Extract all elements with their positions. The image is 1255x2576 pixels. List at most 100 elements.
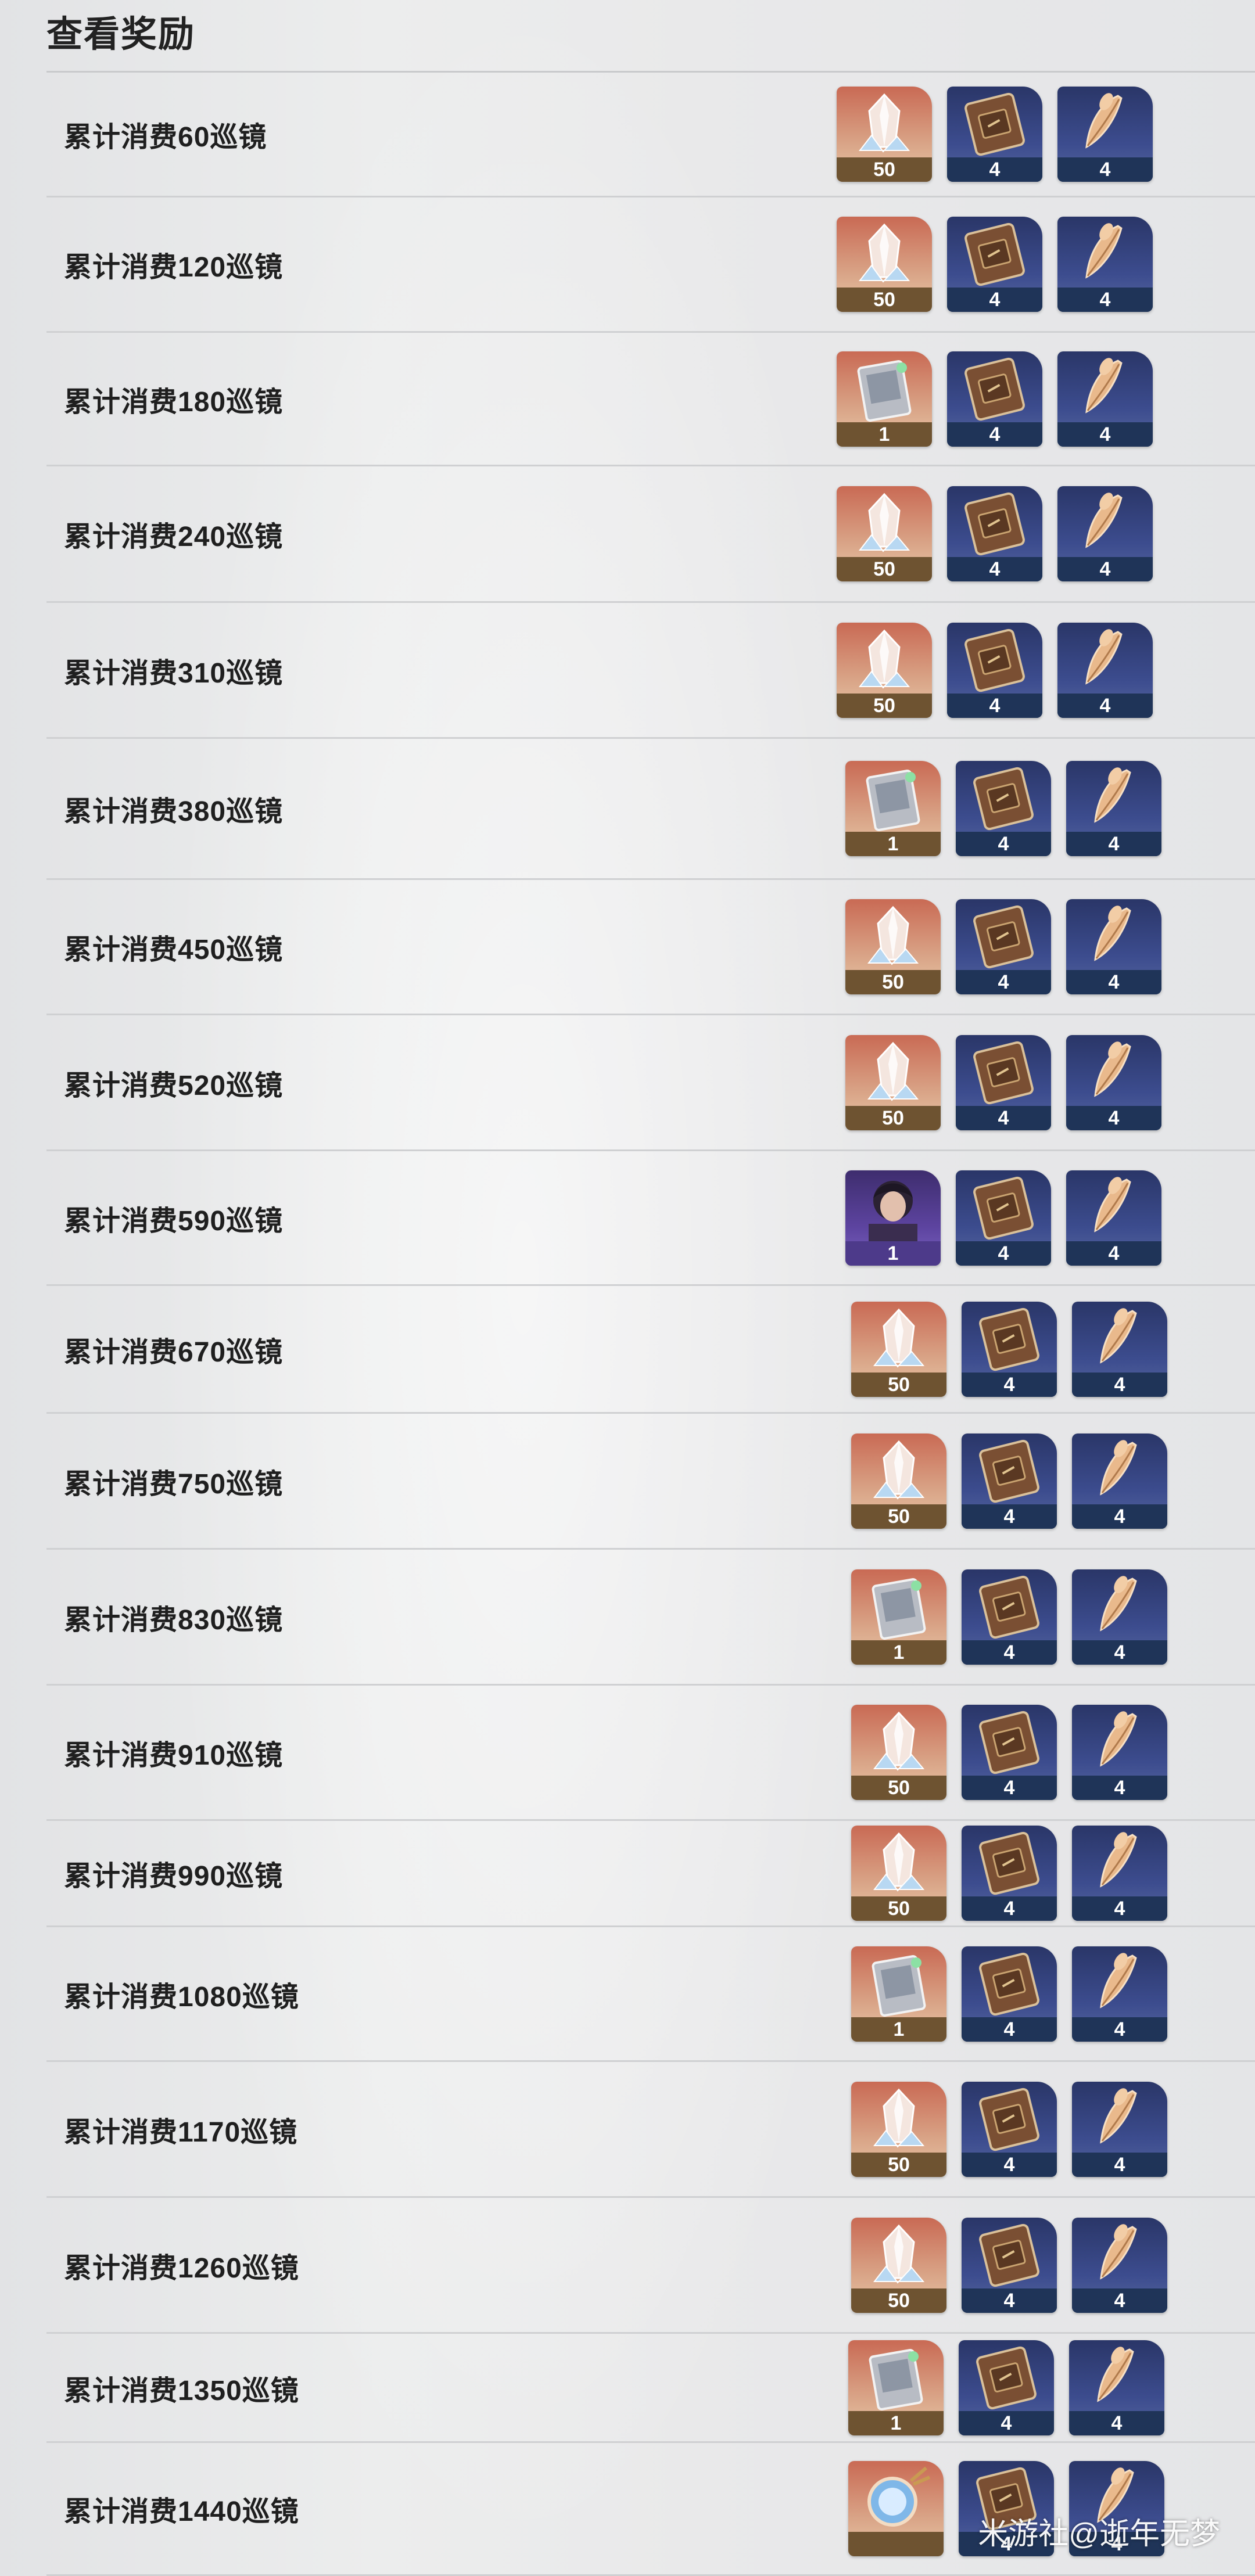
reward-item-tile[interactable]: 4 xyxy=(959,2340,1054,2435)
reward-item-tile[interactable]: 50 xyxy=(851,1826,946,1921)
reward-row: 累计消费1260巡镜 50 4 4 xyxy=(46,2198,1255,2334)
reward-item-tile[interactable]: 50 xyxy=(851,1301,946,1397)
item-count xyxy=(848,2532,944,2556)
reward-item-tile[interactable]: 1 xyxy=(848,2340,944,2435)
reward-item-tile[interactable]: 4 xyxy=(1066,761,1161,856)
reward-item-tile[interactable]: 1 xyxy=(851,1946,946,2042)
reward-item-tile[interactable]: 4 xyxy=(947,486,1042,581)
reward-item-tile[interactable]: 4 xyxy=(1057,622,1153,718)
reward-item-tile[interactable]: 50 xyxy=(837,622,932,718)
reward-item-tile[interactable]: 4 xyxy=(1072,1946,1167,2042)
reward-item-tile[interactable]: 50 xyxy=(837,87,932,182)
reward-threshold-label: 累计消费670巡镜 xyxy=(64,1336,284,1368)
reward-item-tile[interactable]: 50 xyxy=(851,2081,946,2177)
reward-item-tile[interactable]: 50 xyxy=(851,2217,946,2313)
item-count: 4 xyxy=(962,2288,1057,2313)
reward-item-tile[interactable]: 4 xyxy=(956,761,1051,856)
item-count: 1 xyxy=(851,1640,946,1665)
item-count: 4 xyxy=(947,693,1042,718)
item-count: 4 xyxy=(959,2410,1054,2435)
reward-item-tile[interactable]: 4 xyxy=(947,87,1042,182)
reward-threshold-label: 累计消费990巡镜 xyxy=(64,1861,284,1892)
reward-threshold-label: 累计消费1260巡镜 xyxy=(64,2252,299,2284)
feather-icon xyxy=(1100,1952,1137,2009)
reward-item-tile[interactable]: 4 xyxy=(947,217,1042,312)
character-portrait-icon xyxy=(869,1180,917,1242)
reward-item-tile[interactable]: 4 xyxy=(947,351,1042,447)
item-count: 1 xyxy=(851,2017,946,2042)
reward-item-tile[interactable]: 4 xyxy=(962,1301,1057,1397)
reward-item-tile[interactable]: 4 xyxy=(956,899,1051,994)
reward-item-tile[interactable]: 4 xyxy=(1072,2217,1167,2313)
feather-icon xyxy=(1094,767,1131,823)
reward-items: 50 4 4 xyxy=(851,2217,1167,2313)
reward-item-tile[interactable]: 4 xyxy=(962,1826,1057,1921)
reward-item-tile[interactable]: 50 xyxy=(837,217,932,312)
reward-threshold-label: 累计消费1080巡镜 xyxy=(64,1981,299,2013)
item-count: 4 xyxy=(1057,557,1153,581)
reward-row: 累计消费120巡镜 50 4 4 xyxy=(46,197,1255,333)
reward-item-tile[interactable]: 4 xyxy=(1066,899,1161,994)
reward-item-tile[interactable]: 4 xyxy=(956,1170,1051,1266)
reward-item-tile[interactable]: 4 xyxy=(1072,1433,1167,1529)
reward-threshold-label: 累计消费120巡镜 xyxy=(64,252,284,283)
feather-icon xyxy=(1100,1832,1137,1888)
reward-item-tile[interactable]: 50 xyxy=(837,486,932,581)
reward-item-tile[interactable]: 4 xyxy=(1066,1170,1161,1266)
ticket-icon xyxy=(872,1578,926,1640)
reward-item-tile[interactable]: 4 xyxy=(962,2217,1057,2313)
reward-item-tile[interactable]: 4 xyxy=(1057,217,1153,312)
reward-item-tile[interactable]: 1 xyxy=(851,1569,946,1665)
item-count: 4 xyxy=(947,157,1042,182)
reward-item-tile[interactable]: 4 xyxy=(1069,2340,1164,2435)
reward-item-tile[interactable]: 50 xyxy=(851,1433,946,1529)
reward-threshold-label: 累计消费180巡镜 xyxy=(64,386,284,418)
item-count: 1 xyxy=(845,1241,941,1266)
reward-item-tile[interactable]: 4 xyxy=(962,1705,1057,1800)
book-icon xyxy=(979,1575,1039,1639)
reward-item-tile[interactable]: 1 xyxy=(845,761,941,856)
reward-item-tile[interactable]: 4 xyxy=(1057,486,1153,581)
reward-item-tile[interactable]: 4 xyxy=(962,2081,1057,2177)
reward-item-tile[interactable]: 50 xyxy=(845,899,941,994)
reward-threshold-label: 累计消费310巡镜 xyxy=(64,658,284,689)
reward-item-tile[interactable]: 1 xyxy=(845,1170,941,1266)
item-count: 4 xyxy=(1072,2288,1167,2313)
reward-item-tile[interactable]: 4 xyxy=(962,1569,1057,1665)
reward-item-tile[interactable]: 4 xyxy=(1072,1826,1167,1921)
reward-item-tile[interactable]: 4 xyxy=(1057,351,1153,447)
feather-icon xyxy=(1100,1307,1137,1364)
reward-item-tile[interactable] xyxy=(848,2461,944,2556)
reward-item-tile[interactable]: 4 xyxy=(1072,2081,1167,2177)
reward-item-tile[interactable]: 4 xyxy=(956,1034,1051,1130)
reward-item-tile[interactable]: 4 xyxy=(1057,87,1153,182)
item-count: 4 xyxy=(962,1504,1057,1529)
ticket-icon xyxy=(872,1955,926,2017)
reward-item-tile[interactable]: 4 xyxy=(1066,1034,1161,1130)
reward-item-tile[interactable]: 4 xyxy=(1072,1569,1167,1665)
item-count: 4 xyxy=(956,1241,1051,1266)
reward-row: 累计消费1350巡镜 1 4 4 xyxy=(46,2334,1255,2443)
reward-items: 50 4 4 xyxy=(851,1433,1167,1529)
reward-item-tile[interactable]: 4 xyxy=(1072,1705,1167,1800)
item-count: 4 xyxy=(962,2152,1057,2177)
reward-item-tile[interactable]: 4 xyxy=(962,1433,1057,1529)
reward-item-tile[interactable]: 4 xyxy=(1072,1301,1167,1397)
item-count: 4 xyxy=(1066,1241,1161,1266)
reward-item-tile[interactable]: 1 xyxy=(837,351,932,447)
item-count: 1 xyxy=(845,832,941,856)
reward-item-tile[interactable]: 50 xyxy=(851,1705,946,1800)
feather-icon xyxy=(1100,1575,1137,1632)
item-count: 4 xyxy=(1072,2017,1167,2042)
reward-threshold-label: 累计消费60巡镜 xyxy=(64,122,267,153)
reward-item-tile[interactable]: 4 xyxy=(947,622,1042,718)
item-count: 4 xyxy=(962,1896,1057,1921)
reward-item-tile[interactable]: 4 xyxy=(962,1946,1057,2042)
compass-orb-icon xyxy=(867,2466,931,2527)
book-icon xyxy=(973,767,1034,831)
book-icon xyxy=(979,1831,1039,1895)
book-icon xyxy=(979,1952,1039,2015)
ticket-icon xyxy=(869,2348,923,2410)
item-count: 4 xyxy=(962,1640,1057,1665)
reward-item-tile[interactable]: 50 xyxy=(845,1034,941,1130)
